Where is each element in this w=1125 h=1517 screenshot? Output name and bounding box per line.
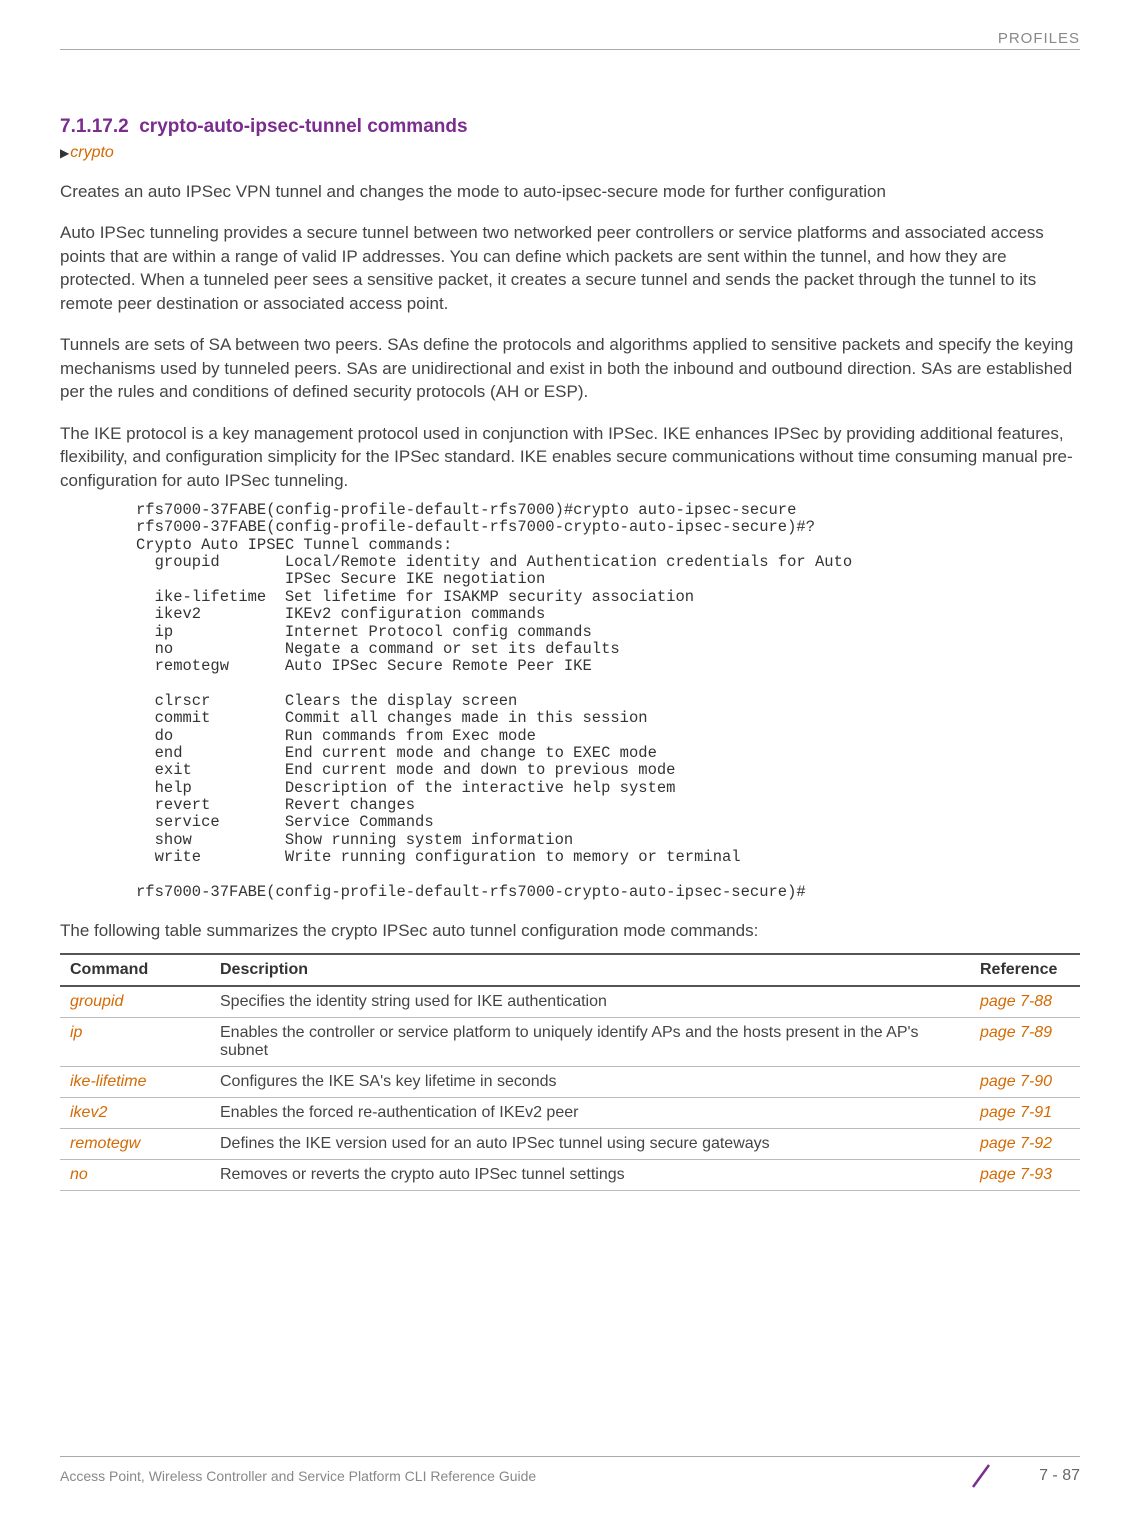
cmd-desc: Configures the IKE SA's key lifetime in … (210, 1067, 970, 1098)
table-row: remotegw Defines the IKE version used fo… (60, 1129, 1080, 1160)
cmd-link[interactable]: groupid (60, 986, 210, 1018)
paragraph-3: Tunnels are sets of SA between two peers… (60, 333, 1080, 403)
cmd-desc: Defines the IKE version used for an auto… (210, 1129, 970, 1160)
footer-rule (60, 1456, 1080, 1457)
commands-table: Command Description Reference groupid Sp… (60, 953, 1080, 1191)
section-heading: 7.1.17.2 crypto-auto-ipsec-tunnel comman… (60, 116, 1080, 138)
cmd-link[interactable]: ikev2 (60, 1098, 210, 1129)
page-ref-link[interactable]: page 7-92 (970, 1129, 1080, 1160)
table-intro-text: The following table summarizes the crypt… (60, 921, 1080, 941)
parent-topic-link[interactable]: ▶crypto (60, 144, 1080, 162)
col-reference: Reference (970, 954, 1080, 986)
table-row: ip Enables the controller or service pla… (60, 1018, 1080, 1067)
cmd-desc: Enables the forced re-authentication of … (210, 1098, 970, 1129)
crypto-link-text: crypto (70, 144, 114, 161)
page-ref-link[interactable]: page 7-90 (970, 1067, 1080, 1098)
cmd-desc: Specifies the identity string used for I… (210, 986, 970, 1018)
cli-code-block: rfs7000-37FABE(config-profile-default-rf… (136, 502, 1080, 901)
header-rule (60, 49, 1080, 50)
section-title: crypto-auto-ipsec-tunnel commands (139, 116, 467, 137)
page-ref-link[interactable]: page 7-89 (970, 1018, 1080, 1067)
footer-doc-title: Access Point, Wireless Controller and Se… (60, 1468, 536, 1484)
cmd-link[interactable]: ike-lifetime (60, 1067, 210, 1098)
footer-page-number: 7 - 87 (967, 1463, 1080, 1489)
page-footer: Access Point, Wireless Controller and Se… (60, 1456, 1080, 1489)
table-row: ikev2 Enables the forced re-authenticati… (60, 1098, 1080, 1129)
cmd-link[interactable]: ip (60, 1018, 210, 1067)
cmd-link[interactable]: no (60, 1160, 210, 1191)
paragraph-1: Creates an auto IPSec VPN tunnel and cha… (60, 180, 1080, 203)
section-number: 7.1.17.2 (60, 116, 129, 137)
page-ref-link[interactable]: page 7-91 (970, 1098, 1080, 1129)
cmd-link[interactable]: remotegw (60, 1129, 210, 1160)
page-ref-link[interactable]: page 7-88 (970, 986, 1080, 1018)
cmd-desc: Removes or reverts the crypto auto IPSec… (210, 1160, 970, 1191)
triangle-icon: ▶ (60, 146, 69, 160)
table-row: groupid Specifies the identity string us… (60, 986, 1080, 1018)
paragraph-2: Auto IPSec tunneling provides a secure t… (60, 221, 1080, 315)
col-command: Command (60, 954, 210, 986)
slash-icon (967, 1463, 1027, 1489)
page-ref-link[interactable]: page 7-93 (970, 1160, 1080, 1191)
paragraph-4: The IKE protocol is a key management pro… (60, 422, 1080, 492)
cmd-desc: Enables the controller or service platfo… (210, 1018, 970, 1067)
col-description: Description (210, 954, 970, 986)
table-row: no Removes or reverts the crypto auto IP… (60, 1160, 1080, 1191)
table-row: ike-lifetime Configures the IKE SA's key… (60, 1067, 1080, 1098)
header-label: PROFILES (60, 30, 1080, 47)
page-number-text: 7 - 87 (1039, 1467, 1080, 1485)
table-header-row: Command Description Reference (60, 954, 1080, 986)
